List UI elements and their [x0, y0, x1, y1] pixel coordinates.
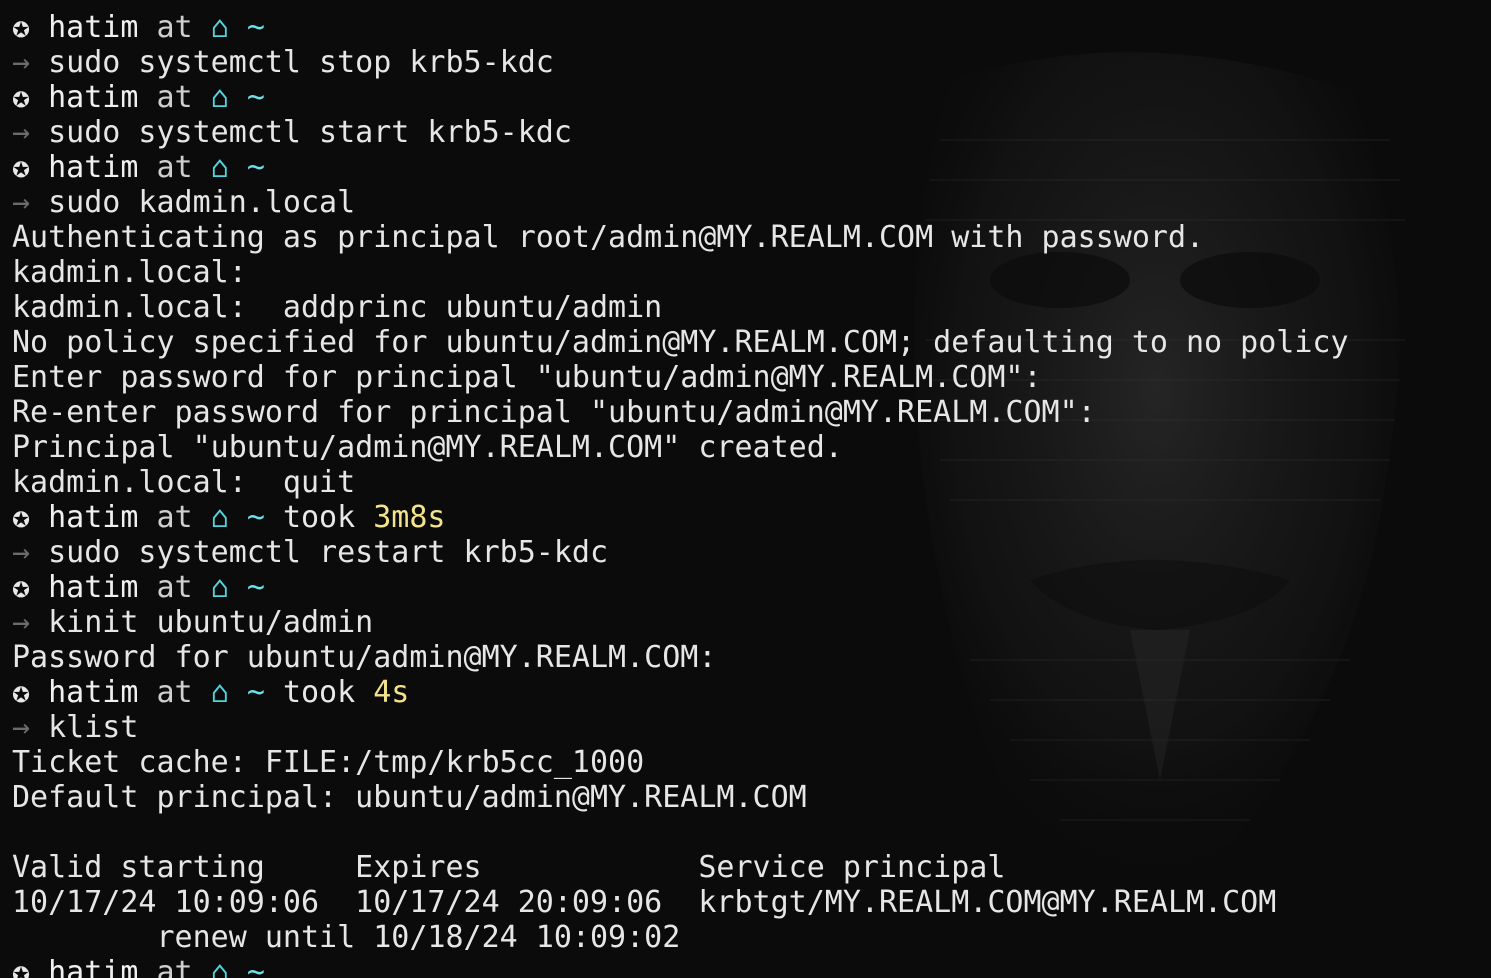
prompt-status-icon: ✪	[12, 80, 31, 115]
output-line: Re-enter password for principal "ubuntu/…	[12, 395, 1349, 430]
prompt-cwd: ~	[246, 10, 265, 45]
output-line: Principal "ubuntu/admin@MY.REALM.COM" cr…	[12, 430, 1349, 465]
output-line: kadmin.local: quit	[12, 465, 1349, 500]
prompt-line: ✪ hatim at ⌂ ~	[12, 10, 1349, 45]
prompt-at: at	[156, 955, 193, 978]
prompt-arrow-icon: →	[12, 185, 31, 220]
prompt-username: hatim	[48, 80, 139, 115]
prompt-at: at	[156, 675, 193, 710]
output-text: Password for ubuntu/admin@MY.REALM.COM:	[12, 640, 717, 675]
home-icon: ⌂	[210, 675, 229, 710]
terminal-output: ✪ hatim at ⌂ ~ → sudo systemctl stop krb5…	[12, 10, 1349, 978]
output-line: No policy specified for ubuntu/admin@MY.…	[12, 325, 1349, 360]
prompt-line: ✪ hatim at ⌂ ~	[12, 955, 1349, 978]
prompt-cwd: ~	[246, 80, 265, 115]
prompt-at: at	[156, 500, 193, 535]
prompt-arrow-icon: →	[12, 605, 31, 640]
prompt-username: hatim	[48, 10, 139, 45]
output-line: Valid starting Expires Service principal	[12, 850, 1349, 885]
output-line: renew until 10/18/24 10:09:02	[12, 920, 1349, 955]
output-text: Valid starting Expires Service principal	[12, 850, 1006, 885]
prompt-cwd: ~	[246, 570, 265, 605]
output-text: kadmin.local: addprinc ubuntu/admin	[12, 290, 663, 325]
home-icon: ⌂	[210, 500, 229, 535]
command-text: kinit ubuntu/admin	[48, 605, 374, 640]
output-line: Ticket cache: FILE:/tmp/krb5cc_1000	[12, 745, 1349, 780]
prompt-username: hatim	[48, 675, 139, 710]
command-duration: 4s	[373, 675, 410, 710]
home-icon: ⌂	[210, 955, 229, 978]
output-line: kadmin.local:	[12, 255, 1349, 290]
command-duration: 3m8s	[373, 500, 446, 535]
prompt-line: ✪ hatim at ⌂ ~	[12, 570, 1349, 605]
command-line: → sudo systemctl start krb5-kdc	[12, 115, 1349, 150]
command-text: sudo systemctl restart krb5-kdc	[48, 535, 609, 570]
prompt-cwd: ~	[246, 500, 265, 535]
prompt-arrow-icon: →	[12, 710, 31, 745]
prompt-username: hatim	[48, 500, 139, 535]
output-text: 10/17/24 10:09:06 10/17/24 20:09:06 krbt…	[12, 885, 1277, 920]
output-text: renew until 10/18/24 10:09:02	[12, 920, 681, 955]
prompt-status-icon: ✪	[12, 500, 31, 535]
prompt-username: hatim	[48, 570, 139, 605]
command-line: → klist	[12, 710, 1349, 745]
output-line: Enter password for principal "ubuntu/adm…	[12, 360, 1349, 395]
output-text: No policy specified for ubuntu/admin@MY.…	[12, 325, 1349, 360]
prompt-cwd: ~	[246, 955, 265, 978]
terminal-window[interactable]: ✪ hatim at ⌂ ~ → sudo systemctl stop krb5…	[0, 0, 1491, 978]
output-text: Re-enter password for principal "ubuntu/…	[12, 395, 1096, 430]
home-icon: ⌂	[210, 150, 229, 185]
prompt-at: at	[156, 10, 193, 45]
prompt-arrow-icon: →	[12, 45, 31, 80]
command-text: sudo systemctl stop krb5-kdc	[48, 45, 554, 80]
command-line: → sudo kadmin.local	[12, 185, 1349, 220]
output-text: Default principal: ubuntu/admin@MY.REALM…	[12, 780, 807, 815]
prompt-status-icon: ✪	[12, 675, 31, 710]
prompt-cwd: ~	[246, 150, 265, 185]
command-line: → kinit ubuntu/admin	[12, 605, 1349, 640]
prompt-line: ✪ hatim at ⌂ ~	[12, 80, 1349, 115]
output-text: kadmin.local:	[12, 255, 247, 290]
prompt-at: at	[156, 80, 193, 115]
prompt-at: at	[156, 150, 193, 185]
home-icon: ⌂	[210, 10, 229, 45]
command-text: klist	[48, 710, 139, 745]
home-icon: ⌂	[210, 570, 229, 605]
output-line: 10/17/24 10:09:06 10/17/24 20:09:06 krbt…	[12, 885, 1349, 920]
took-label: took	[282, 675, 356, 710]
prompt-username: hatim	[48, 955, 139, 978]
took-label: took	[282, 500, 356, 535]
prompt-arrow-icon: →	[12, 535, 31, 570]
prompt-line: ✪ hatim at ⌂ ~ took 4s	[12, 675, 1349, 710]
output-line: Default principal: ubuntu/admin@MY.REALM…	[12, 780, 1349, 815]
command-text: sudo kadmin.local	[48, 185, 356, 220]
prompt-status-icon: ✪	[12, 150, 31, 185]
output-line: Authenticating as principal root/admin@M…	[12, 220, 1349, 255]
output-text: Principal "ubuntu/admin@MY.REALM.COM" cr…	[12, 430, 843, 465]
command-line: → sudo systemctl restart krb5-kdc	[12, 535, 1349, 570]
prompt-status-icon: ✪	[12, 570, 31, 605]
prompt-arrow-icon: →	[12, 115, 31, 150]
output-text: kadmin.local: quit	[12, 465, 356, 500]
output-text: Authenticating as principal root/admin@M…	[12, 220, 1205, 255]
prompt-status-icon: ✪	[12, 10, 31, 45]
prompt-status-icon: ✪	[12, 955, 31, 978]
prompt-line: ✪ hatim at ⌂ ~ took 3m8s	[12, 500, 1349, 535]
prompt-line: ✪ hatim at ⌂ ~	[12, 150, 1349, 185]
output-text: Enter password for principal "ubuntu/adm…	[12, 360, 1042, 395]
command-text: sudo systemctl start krb5-kdc	[48, 115, 572, 150]
prompt-at: at	[156, 570, 193, 605]
output-text: Ticket cache: FILE:/tmp/krb5cc_1000	[12, 745, 645, 780]
command-line: → sudo systemctl stop krb5-kdc	[12, 45, 1349, 80]
prompt-cwd: ~	[246, 675, 265, 710]
output-line: Password for ubuntu/admin@MY.REALM.COM:	[12, 640, 1349, 675]
output-line: kadmin.local: addprinc ubuntu/admin	[12, 290, 1349, 325]
prompt-username: hatim	[48, 150, 139, 185]
home-icon: ⌂	[210, 80, 229, 115]
